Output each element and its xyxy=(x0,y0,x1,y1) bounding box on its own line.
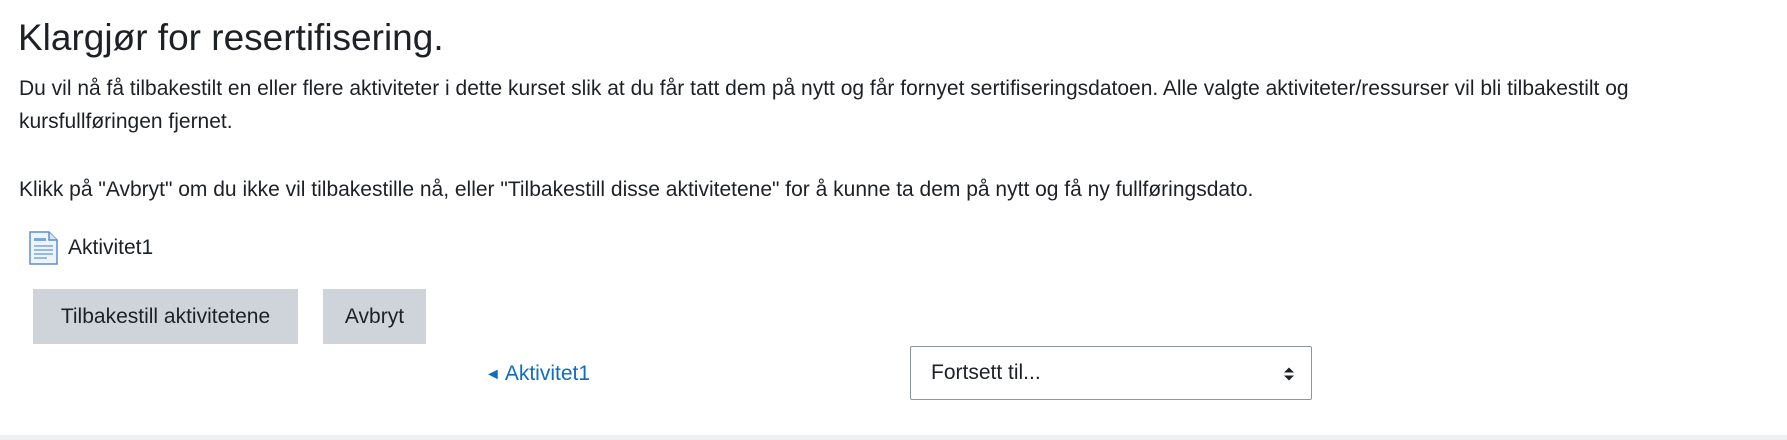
intro-text: Du vil nå få tilbakestilt en eller flere… xyxy=(19,77,1629,133)
page: Klargjør for resertifisering. Du vil nå … xyxy=(0,0,1787,440)
jump-to-selected-value: Fortsett til... xyxy=(931,361,1041,384)
activity-item: Aktivitet1 xyxy=(27,230,153,266)
reset-activities-button[interactable]: Tilbakestill aktivitetene xyxy=(33,289,298,344)
cancel-button[interactable]: Avbryt xyxy=(323,289,426,344)
page-title: Klargjør for resertifisering. xyxy=(18,17,444,58)
instructions-text: Klikk på "Avbryt" om du ikke vil tilbake… xyxy=(19,178,1254,201)
select-caret-icon xyxy=(1283,366,1295,382)
footer-divider xyxy=(0,435,1787,440)
previous-arrow-icon: ◄ xyxy=(485,366,501,383)
page-document-icon xyxy=(27,230,60,266)
jump-to-select[interactable]: Fortsett til... xyxy=(910,346,1312,400)
previous-activity-label: Aktivitet1 xyxy=(504,362,591,385)
activity-name: Aktivitet1 xyxy=(68,236,154,259)
previous-activity-link[interactable]: ◄ Aktivitet1 xyxy=(485,358,590,391)
